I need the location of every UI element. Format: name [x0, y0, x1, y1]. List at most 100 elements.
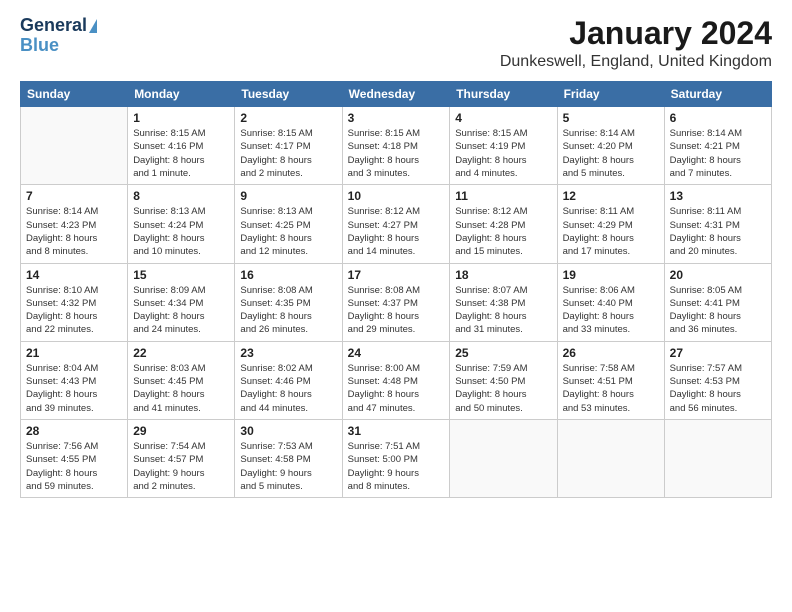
calendar-cell: 30 Sunrise: 7:53 AMSunset: 4:58 PMDayligh… [235, 419, 342, 497]
cell-details: Sunrise: 8:06 AMSunset: 4:40 PMDaylight:… [563, 284, 659, 337]
calendar-cell: 6 Sunrise: 8:14 AMSunset: 4:21 PMDaylight… [664, 107, 771, 185]
title-month: January 2024 [500, 16, 772, 51]
col-tuesday: Tuesday [235, 82, 342, 107]
day-number: 12 [563, 189, 659, 203]
col-saturday: Saturday [664, 82, 771, 107]
calendar-cell: 22 Sunrise: 8:03 AMSunset: 4:45 PMDayligh… [128, 341, 235, 419]
page: General Blue January 2024 Dunkeswell, En… [0, 0, 792, 612]
day-number: 20 [670, 268, 766, 282]
cell-details: Sunrise: 8:02 AMSunset: 4:46 PMDaylight:… [240, 362, 336, 415]
calendar-cell [21, 107, 128, 185]
calendar-cell: 4 Sunrise: 8:15 AMSunset: 4:19 PMDaylight… [450, 107, 557, 185]
cell-details: Sunrise: 7:56 AMSunset: 4:55 PMDaylight:… [26, 440, 122, 493]
calendar-cell: 15Sunrise: 8:09 AMSunset: 4:34 PMDayligh… [128, 263, 235, 341]
day-number: 23 [240, 346, 336, 360]
calendar-cell: 29 Sunrise: 7:54 AMSunset: 4:57 PMDayligh… [128, 419, 235, 497]
cell-details: Sunrise: 7:54 AMSunset: 4:57 PMDaylight:… [133, 440, 229, 493]
day-number: 14 [26, 268, 122, 282]
cell-details: Sunrise: 8:08 AMSunset: 4:37 PMDaylight:… [348, 284, 445, 337]
cell-details: Sunrise: 8:13 AMSunset: 4:25 PMDaylight:… [240, 205, 336, 258]
calendar-cell [450, 419, 557, 497]
calendar-cell: 26 Sunrise: 7:58 AMSunset: 4:51 PMDayligh… [557, 341, 664, 419]
cell-details: Sunrise: 8:07 AMSunset: 4:38 PMDaylight:… [455, 284, 551, 337]
calendar-cell: 1 Sunrise: 8:15 AMSunset: 4:16 PMDaylight… [128, 107, 235, 185]
day-number: 31 [348, 424, 445, 438]
cell-details: Sunrise: 8:13 AMSunset: 4:24 PMDaylight:… [133, 205, 229, 258]
day-number: 1 [133, 111, 229, 125]
calendar-week-row: 14Sunrise: 8:10 AMSunset: 4:32 PMDayligh… [21, 263, 772, 341]
logo-text: General [20, 16, 97, 36]
calendar-cell: 2Sunrise: 8:15 AMSunset: 4:17 PMDaylight… [235, 107, 342, 185]
cell-details: Sunrise: 8:15 AMSunset: 4:16 PMDaylight:… [133, 127, 229, 180]
cell-details: Sunrise: 7:53 AMSunset: 4:58 PMDaylight:… [240, 440, 336, 493]
cell-details: Sunrise: 8:00 AMSunset: 4:48 PMDaylight:… [348, 362, 445, 415]
calendar-cell: 24 Sunrise: 8:00 AMSunset: 4:48 PMDayligh… [342, 341, 450, 419]
cell-details: Sunrise: 8:08 AMSunset: 4:35 PMDaylight:… [240, 284, 336, 337]
calendar-cell: 28 Sunrise: 7:56 AMSunset: 4:55 PMDayligh… [21, 419, 128, 497]
col-wednesday: Wednesday [342, 82, 450, 107]
cell-details: Sunrise: 7:51 AMSunset: 5:00 PMDaylight:… [348, 440, 445, 493]
title-block: January 2024 Dunkeswell, England, United… [500, 16, 772, 71]
calendar-cell: 16Sunrise: 8:08 AMSunset: 4:35 PMDayligh… [235, 263, 342, 341]
cell-details: Sunrise: 8:15 AMSunset: 4:19 PMDaylight:… [455, 127, 551, 180]
calendar-cell: 7 Sunrise: 8:14 AMSunset: 4:23 PMDaylight… [21, 185, 128, 263]
cell-details: Sunrise: 8:14 AMSunset: 4:23 PMDaylight:… [26, 205, 122, 258]
title-location: Dunkeswell, England, United Kingdom [500, 53, 772, 71]
logo: General Blue [20, 16, 97, 56]
day-number: 2 [240, 111, 336, 125]
cell-details: Sunrise: 8:12 AMSunset: 4:27 PMDaylight:… [348, 205, 445, 258]
cell-details: Sunrise: 8:04 AMSunset: 4:43 PMDaylight:… [26, 362, 122, 415]
day-number: 19 [563, 268, 659, 282]
calendar-week-row: 1 Sunrise: 8:15 AMSunset: 4:16 PMDaylight… [21, 107, 772, 185]
day-number: 6 [670, 111, 766, 125]
calendar-cell: 9 Sunrise: 8:13 AMSunset: 4:25 PMDaylight… [235, 185, 342, 263]
calendar-week-row: 21Sunrise: 8:04 AMSunset: 4:43 PMDayligh… [21, 341, 772, 419]
cell-details: Sunrise: 8:11 AMSunset: 4:29 PMDaylight:… [563, 205, 659, 258]
cell-details: Sunrise: 7:59 AMSunset: 4:50 PMDaylight:… [455, 362, 551, 415]
day-number: 27 [670, 346, 766, 360]
calendar-cell [664, 419, 771, 497]
cell-details: Sunrise: 8:14 AMSunset: 4:21 PMDaylight:… [670, 127, 766, 180]
day-number: 9 [240, 189, 336, 203]
day-number: 22 [133, 346, 229, 360]
calendar-cell: 31 Sunrise: 7:51 AMSunset: 5:00 PMDayligh… [342, 419, 450, 497]
calendar-cell: 20 Sunrise: 8:05 AMSunset: 4:41 PMDayligh… [664, 263, 771, 341]
col-monday: Monday [128, 82, 235, 107]
day-number: 7 [26, 189, 122, 203]
cell-details: Sunrise: 7:57 AMSunset: 4:53 PMDaylight:… [670, 362, 766, 415]
calendar-cell: 25 Sunrise: 7:59 AMSunset: 4:50 PMDayligh… [450, 341, 557, 419]
cell-details: Sunrise: 8:03 AMSunset: 4:45 PMDaylight:… [133, 362, 229, 415]
cell-details: Sunrise: 8:05 AMSunset: 4:41 PMDaylight:… [670, 284, 766, 337]
calendar-cell: 21Sunrise: 8:04 AMSunset: 4:43 PMDayligh… [21, 341, 128, 419]
calendar-cell: 27 Sunrise: 7:57 AMSunset: 4:53 PMDayligh… [664, 341, 771, 419]
day-number: 13 [670, 189, 766, 203]
day-number: 17 [348, 268, 445, 282]
day-number: 25 [455, 346, 551, 360]
day-number: 18 [455, 268, 551, 282]
day-number: 3 [348, 111, 445, 125]
day-number: 29 [133, 424, 229, 438]
day-number: 4 [455, 111, 551, 125]
cell-details: Sunrise: 8:11 AMSunset: 4:31 PMDaylight:… [670, 205, 766, 258]
calendar-table: Sunday Monday Tuesday Wednesday Thursday… [20, 81, 772, 498]
col-friday: Friday [557, 82, 664, 107]
day-number: 28 [26, 424, 122, 438]
day-number: 26 [563, 346, 659, 360]
calendar-cell: 3Sunrise: 8:15 AMSunset: 4:18 PMDaylight… [342, 107, 450, 185]
calendar-cell: 23 Sunrise: 8:02 AMSunset: 4:46 PMDayligh… [235, 341, 342, 419]
cell-details: Sunrise: 7:58 AMSunset: 4:51 PMDaylight:… [563, 362, 659, 415]
calendar-cell: 17 Sunrise: 8:08 AMSunset: 4:37 PMDayligh… [342, 263, 450, 341]
day-number: 10 [348, 189, 445, 203]
calendar-header-row: Sunday Monday Tuesday Wednesday Thursday… [21, 82, 772, 107]
calendar-cell: 14Sunrise: 8:10 AMSunset: 4:32 PMDayligh… [21, 263, 128, 341]
calendar-cell: 11 Sunrise: 8:12 AMSunset: 4:28 PMDayligh… [450, 185, 557, 263]
day-number: 24 [348, 346, 445, 360]
day-number: 11 [455, 189, 551, 203]
day-number: 15 [133, 268, 229, 282]
calendar-cell: 13 Sunrise: 8:11 AMSunset: 4:31 PMDayligh… [664, 185, 771, 263]
calendar-cell: 8Sunrise: 8:13 AMSunset: 4:24 PMDaylight… [128, 185, 235, 263]
cell-details: Sunrise: 8:14 AMSunset: 4:20 PMDaylight:… [563, 127, 659, 180]
cell-details: Sunrise: 8:12 AMSunset: 4:28 PMDaylight:… [455, 205, 551, 258]
day-number: 30 [240, 424, 336, 438]
col-thursday: Thursday [450, 82, 557, 107]
